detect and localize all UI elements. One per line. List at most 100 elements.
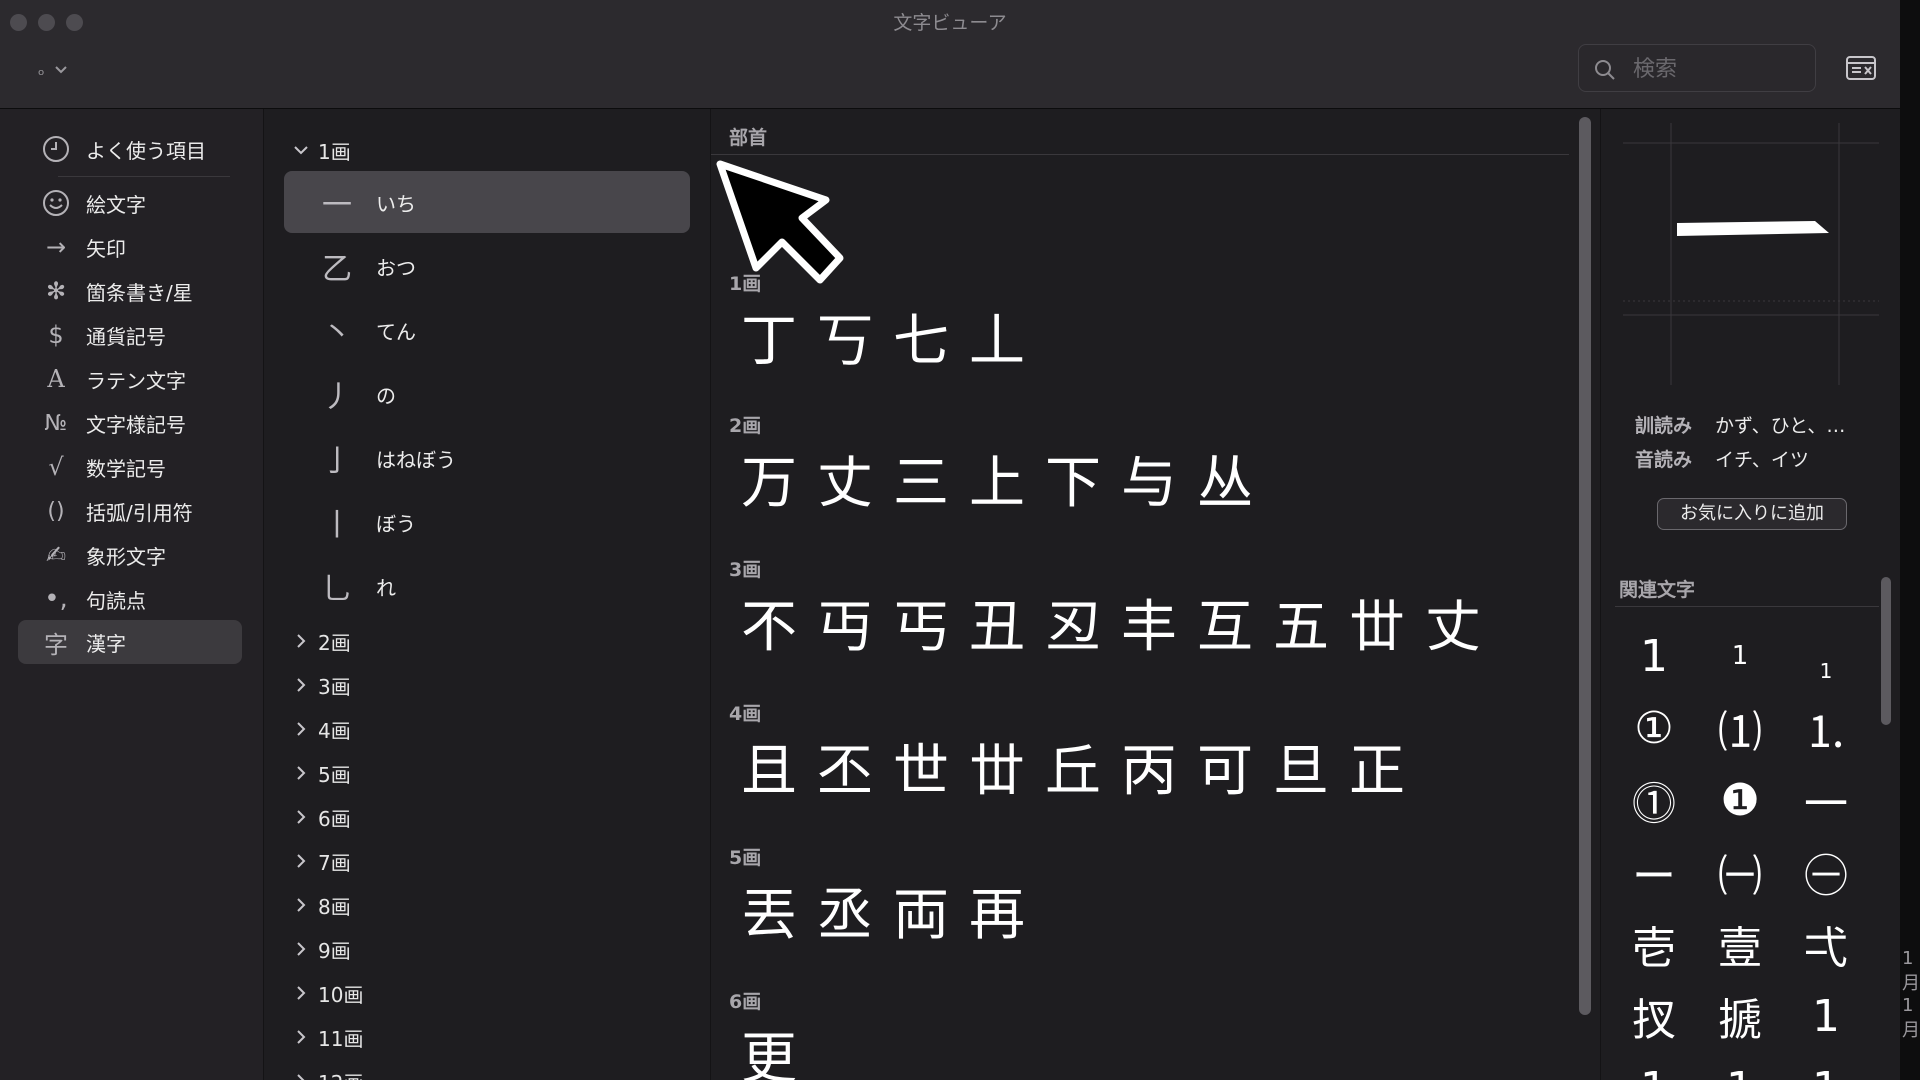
character-cell[interactable]: 丐 <box>883 593 959 663</box>
character-cell[interactable]: 更 <box>731 1025 807 1080</box>
character-cell[interactable]: 丈 <box>1415 593 1491 663</box>
related-character[interactable]: 1 <box>1697 1053 1783 1080</box>
character-cell[interactable]: 丂 <box>807 307 883 377</box>
related-character[interactable]: ⑴ <box>1697 693 1783 763</box>
character-cell[interactable]: 正 <box>1339 737 1415 807</box>
related-character[interactable]: 1 <box>1611 1053 1697 1080</box>
character-cell[interactable]: 互 <box>1187 593 1263 663</box>
character-row: 且丕世丗丘丙可旦正 <box>731 737 1415 807</box>
character-cell[interactable]: 三 <box>883 449 959 519</box>
character-cell[interactable]: 丘 <box>1035 737 1111 807</box>
add-to-favorites-button[interactable]: お気に入りに追加 <box>1657 498 1847 530</box>
character-cell[interactable]: 丞 <box>807 881 883 951</box>
radical-item[interactable]: 一いち <box>284 171 690 233</box>
keyboard-viewer-icon[interactable] <box>1846 56 1876 80</box>
character-cell[interactable]: 丰 <box>1111 593 1187 663</box>
related-character[interactable]: 1 <box>1611 621 1697 691</box>
grid-scrollbar[interactable] <box>1571 109 1599 1080</box>
sidebar-item-kanji[interactable]: 字 漢字 <box>18 620 242 664</box>
character-cell[interactable]: 丁 <box>731 307 807 377</box>
radical-item[interactable]: 乚れ <box>284 555 690 617</box>
group-row[interactable]: 10画 <box>284 973 363 1013</box>
character-cell[interactable]: 七 <box>883 307 959 377</box>
chevron-right-icon <box>284 985 318 1001</box>
related-character[interactable]: 扠 <box>1611 981 1697 1051</box>
sidebar-item-math[interactable]: √ 数学記号 <box>18 445 242 489</box>
character-cell[interactable]: 両 <box>883 881 959 951</box>
related-character[interactable]: ❶ <box>1697 765 1783 835</box>
related-scrollbar[interactable] <box>1879 567 1893 727</box>
character-cell[interactable]: 再 <box>959 881 1035 951</box>
scrollbar-thumb[interactable] <box>1579 117 1591 1015</box>
related-character[interactable]: ① <box>1611 693 1697 763</box>
character-cell[interactable]: 下 <box>1035 449 1111 519</box>
related-character[interactable]: 1 <box>1783 621 1869 691</box>
radical-item[interactable]: 丶てん <box>284 299 690 361</box>
related-character[interactable]: 1 <box>1783 981 1869 1051</box>
character-cell[interactable]: 丟 <box>731 881 807 951</box>
related-character[interactable]: 壹 <box>1697 909 1783 979</box>
scrollbar-thumb[interactable] <box>1881 577 1891 725</box>
radical-item[interactable]: 丿の <box>284 363 690 425</box>
group-row[interactable]: 11画 <box>284 1017 363 1057</box>
character-cell[interactable]: 上 <box>959 449 1035 519</box>
search-input[interactable] <box>1631 53 1805 85</box>
view-menu-button[interactable]: ₒ <box>38 60 68 79</box>
sidebar-item-favorites[interactable]: よく使う項目 <box>18 127 242 171</box>
group-row[interactable]: 9画 <box>284 929 351 969</box>
sidebar-item-pictographs[interactable]: ✍ 象形文字 <box>18 533 242 577</box>
related-character[interactable]: 1 <box>1783 1053 1869 1080</box>
radical-item[interactable]: 丨ぼう <box>284 491 690 553</box>
related-character[interactable]: 1 <box>1697 621 1783 691</box>
related-character[interactable]: ㈠ <box>1697 837 1783 907</box>
related-character[interactable]: 搋 <box>1697 981 1783 1051</box>
sidebar-item-emoji[interactable]: 絵文字 <box>18 181 242 225</box>
group-row[interactable]: 6画 <box>284 797 351 837</box>
character-cell[interactable]: 丈 <box>807 449 883 519</box>
sidebar-item-currency[interactable]: $ 通貨記号 <box>18 313 242 357</box>
group-row[interactable]: 7画 <box>284 841 351 881</box>
group-row[interactable]: 3画 <box>284 665 351 705</box>
sidebar-item-letterlike[interactable]: № 文字様記号 <box>18 401 242 445</box>
group-row[interactable]: 8画 <box>284 885 351 925</box>
character-cell[interactable]: 丒 <box>1035 593 1111 663</box>
related-character[interactable]: ㊀ <box>1783 837 1869 907</box>
related-character[interactable]: 弌 <box>1783 909 1869 979</box>
sidebar-item-punctuation[interactable]: •, 句読点 <box>18 577 242 621</box>
character-cell[interactable]: 丑 <box>959 593 1035 663</box>
group-row[interactable]: 2画 <box>284 621 351 661</box>
character-cell[interactable]: 世 <box>883 737 959 807</box>
sidebar-item-arrows[interactable]: → 矢印 <box>18 225 242 269</box>
character-cell[interactable]: 丏 <box>807 593 883 663</box>
character-cell[interactable]: 不 <box>731 593 807 663</box>
character-cell[interactable]: 可 <box>1187 737 1263 807</box>
character-cell[interactable]: 丕 <box>807 737 883 807</box>
character-row: 丟丞両再 <box>731 881 1035 951</box>
character-cell[interactable]: 丛 <box>1187 449 1263 519</box>
related-character[interactable]: 壱 <box>1611 909 1697 979</box>
related-character[interactable]: ⒈ <box>1783 693 1869 763</box>
character-cell[interactable]: 丗 <box>1339 593 1415 663</box>
character-cell[interactable]: 丙 <box>1111 737 1187 807</box>
pictograph-icon: ✍ <box>45 541 67 569</box>
group-row[interactable]: 4画 <box>284 709 351 749</box>
radical-item[interactable]: 亅はねぼう <box>284 427 690 489</box>
character-cell[interactable]: 与 <box>1111 449 1187 519</box>
sidebar-item-brackets[interactable]: () 括弧/引用符 <box>18 489 242 533</box>
search-field[interactable] <box>1578 44 1816 92</box>
sidebar-item-latin[interactable]: A ラテン文字 <box>18 357 242 401</box>
sidebar-item-bullets-stars[interactable]: ✻ 箇条書き/星 <box>18 269 242 313</box>
character-cell[interactable]: 丗 <box>959 737 1035 807</box>
related-character[interactable]: ー <box>1611 837 1697 907</box>
related-character[interactable]: 一 <box>1783 765 1869 835</box>
related-character[interactable]: ⓵ <box>1611 765 1697 835</box>
group-row[interactable]: 5画 <box>284 753 351 793</box>
character-cell[interactable]: 且 <box>731 737 807 807</box>
character-cell[interactable]: 万 <box>731 449 807 519</box>
group-row-expanded[interactable]: 1画 <box>284 130 351 170</box>
character-cell[interactable]: 五 <box>1263 593 1339 663</box>
group-row[interactable]: 12画 <box>284 1061 363 1080</box>
radical-item[interactable]: 乙おつ <box>284 235 690 297</box>
character-cell[interactable]: 旦 <box>1263 737 1339 807</box>
character-cell[interactable]: 丄 <box>959 307 1035 377</box>
